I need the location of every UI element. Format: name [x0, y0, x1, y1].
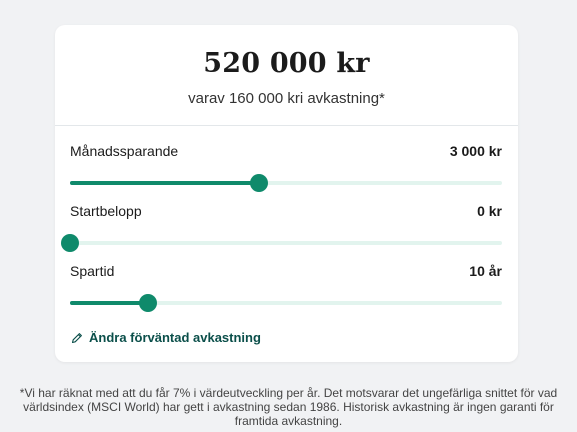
slider-track [70, 181, 502, 185]
edit-expected-return-link[interactable]: Ändra förväntad avkastning [71, 330, 261, 345]
start-amount-slider[interactable] [61, 233, 502, 253]
return-subtitle: varav 160 000 kri avkastning* [188, 90, 385, 107]
edit-link-label: Ändra förväntad avkastning [89, 330, 261, 345]
savings-calculator-card: 520 000 kr varav 160 000 kri avkastning*… [55, 25, 518, 362]
slider-thumb[interactable] [250, 174, 269, 192]
start-amount-label: Startbelopp [70, 203, 142, 219]
saving-period-row: Spartid 10 år [70, 262, 502, 313]
saving-period-label: Spartid [70, 263, 115, 279]
result-summary: 520 000 kr varav 160 000 kri avkastning* [55, 25, 518, 126]
saving-period-value: 10 år [469, 263, 502, 279]
disclaimer-footnote: *Vi har räknat med att du får 7% i värde… [19, 386, 558, 428]
monthly-savings-slider[interactable] [70, 173, 502, 193]
monthly-savings-value: 3 000 kr [449, 143, 502, 159]
monthly-savings-label: Månadssparande [70, 143, 179, 159]
pencil-icon [71, 332, 83, 344]
slider-thumb[interactable] [138, 294, 157, 312]
saving-period-slider[interactable] [70, 293, 502, 313]
slider-fill [70, 181, 260, 185]
slider-fill [70, 301, 148, 305]
monthly-savings-row: Månadssparande 3 000 kr [70, 142, 502, 193]
slider-thumb[interactable] [61, 234, 79, 252]
start-amount-row: Startbelopp 0 kr [61, 202, 502, 253]
slider-track [70, 241, 502, 245]
slider-track [70, 301, 502, 305]
total-amount: 520 000 kr [203, 48, 370, 79]
start-amount-value: 0 kr [477, 203, 502, 219]
